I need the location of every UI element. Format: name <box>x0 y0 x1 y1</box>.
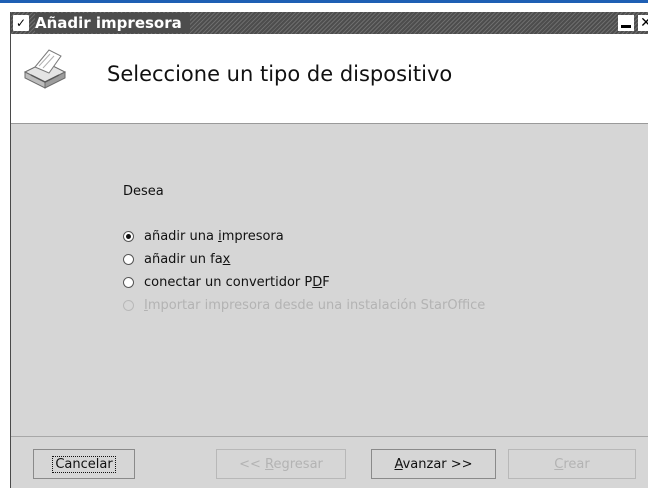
radio-import-staroffice <box>123 299 134 311</box>
window-menu-icon[interactable]: ✓ <box>13 15 29 31</box>
option-import-staroffice: Importar impresora desde una instalación… <box>123 295 485 315</box>
cancel-button[interactable]: Cancelar <box>33 449 135 479</box>
back-button: << Regresar <box>216 449 346 479</box>
option-label: añadir una impresora <box>144 228 284 244</box>
radio-add-fax[interactable] <box>123 253 134 265</box>
device-type-panel: Desea añadir una impresora añadir un fax… <box>11 124 648 436</box>
option-label: añadir un fax <box>144 251 231 267</box>
option-add-printer[interactable]: añadir una impresora <box>123 226 284 246</box>
option-label: conectar un convertidor PDF <box>144 274 330 290</box>
next-button[interactable]: Avanzar >> <box>371 449 496 479</box>
window-title: Añadir impresora <box>35 13 190 33</box>
create-button: Crear <box>508 449 636 479</box>
close-icon[interactable]: ✕ <box>638 15 648 31</box>
screen-top-border <box>0 0 648 3</box>
minimize-icon[interactable] <box>618 15 634 31</box>
footer-divider <box>11 436 648 437</box>
add-printer-dialog: ✓ Añadir impresora ✕ Seleccione un tipo … <box>10 12 648 488</box>
page-title: Seleccione un tipo de dispositivo <box>107 62 453 86</box>
title-bar[interactable]: ✓ Añadir impresora ✕ <box>11 12 648 34</box>
dialog-header: Seleccione un tipo de dispositivo <box>11 34 648 124</box>
option-add-fax[interactable]: añadir un fax <box>123 249 230 269</box>
printer-icon <box>23 49 67 89</box>
option-pdf-converter[interactable]: conectar un convertidor PDF <box>123 272 330 292</box>
radio-add-printer[interactable] <box>123 230 134 242</box>
option-label: Importar impresora desde una instalación… <box>144 297 486 313</box>
radio-pdf-converter[interactable] <box>123 276 134 288</box>
question-label: Desea <box>123 184 164 199</box>
